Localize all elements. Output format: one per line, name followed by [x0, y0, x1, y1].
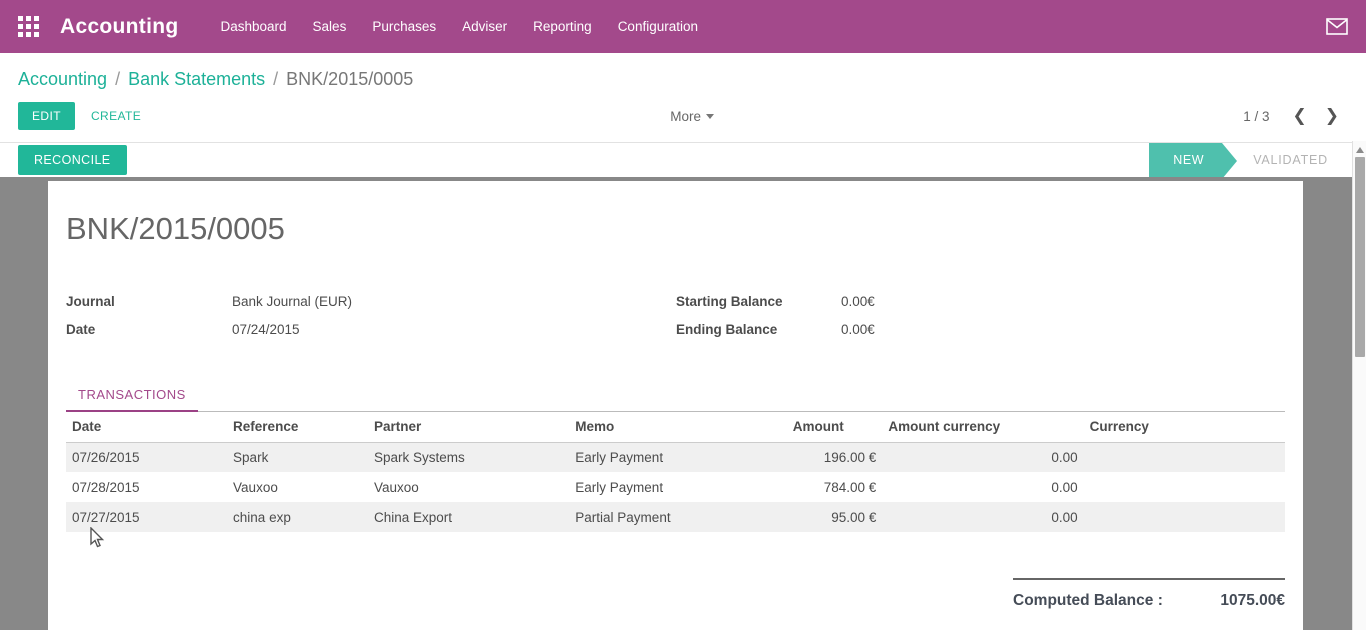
- pager-count: 1 / 3: [1243, 109, 1269, 124]
- table-row[interactable]: 07/26/2015 Spark Spark Systems Early Pay…: [66, 442, 1285, 472]
- table-row[interactable]: 07/27/2015 china exp China Export Partia…: [66, 502, 1285, 532]
- messages-envelope-icon[interactable]: [1326, 18, 1348, 35]
- reconcile-button[interactable]: RECONCILE: [18, 145, 127, 175]
- journal-label: Journal: [66, 293, 232, 311]
- starting-balance-value[interactable]: 0.00€: [841, 293, 875, 311]
- breadcrumb-bank-statements[interactable]: Bank Statements: [128, 69, 265, 89]
- cell-amount[interactable]: 784.00 €: [787, 472, 883, 502]
- ending-balance-value[interactable]: 0.00€: [841, 321, 875, 339]
- cell-amount[interactable]: 196.00 €: [787, 442, 883, 472]
- control-row: EDIT CREATE More 1 / 3 ❮ ❯: [0, 96, 1366, 142]
- menu-item-configuration[interactable]: Configuration: [618, 19, 698, 34]
- table-row[interactable]: 07/28/2015 Vauxoo Vauxoo Early Payment 7…: [66, 472, 1285, 502]
- breadcrumb-separator: /: [273, 69, 278, 89]
- menu-item-reporting[interactable]: Reporting: [533, 19, 592, 34]
- status-bar: RECONCILE NEW VALIDATED: [0, 142, 1352, 178]
- create-button[interactable]: CREATE: [91, 109, 141, 123]
- statusbar-states: NEW VALIDATED: [1149, 143, 1342, 177]
- record-title: BNK/2015/0005: [66, 181, 1285, 247]
- column-header-currency[interactable]: Currency: [1084, 412, 1285, 442]
- top-menu: Dashboard Sales Purchases Adviser Report…: [221, 19, 699, 34]
- app-title[interactable]: Accounting: [60, 15, 179, 39]
- top-navbar: Accounting Dashboard Sales Purchases Adv…: [0, 0, 1366, 53]
- pager-previous-button[interactable]: ❮: [1284, 108, 1316, 125]
- cell-currency[interactable]: [1084, 502, 1285, 532]
- cell-reference[interactable]: Spark: [227, 442, 368, 472]
- cell-partner[interactable]: Spark Systems: [368, 442, 569, 472]
- cell-reference[interactable]: china exp: [227, 502, 368, 532]
- cell-date[interactable]: 07/28/2015: [66, 472, 227, 502]
- cell-currency[interactable]: [1084, 472, 1285, 502]
- cell-amount-currency[interactable]: 0.00: [882, 502, 1083, 532]
- pager: 1 / 3 ❮ ❯: [1243, 108, 1348, 125]
- apps-grid-icon[interactable]: [18, 16, 40, 38]
- cell-reference[interactable]: Vauxoo: [227, 472, 368, 502]
- transactions-table: Date Reference Partner Memo Amount Amoun…: [66, 412, 1285, 532]
- cell-date[interactable]: 07/27/2015: [66, 502, 227, 532]
- breadcrumb-accounting[interactable]: Accounting: [18, 69, 107, 89]
- field-group: Journal Bank Journal (EUR) Date 07/24/20…: [66, 293, 1285, 339]
- cell-memo[interactable]: Partial Payment: [569, 502, 786, 532]
- column-header-partner[interactable]: Partner: [368, 412, 569, 442]
- scrollbar-thumb[interactable]: [1355, 157, 1365, 357]
- cell-memo[interactable]: Early Payment: [569, 472, 786, 502]
- breadcrumb-separator: /: [115, 69, 120, 89]
- column-header-memo[interactable]: Memo: [569, 412, 786, 442]
- cell-partner[interactable]: Vauxoo: [368, 472, 569, 502]
- pager-next-button[interactable]: ❯: [1316, 108, 1348, 125]
- menu-item-purchases[interactable]: Purchases: [372, 19, 436, 34]
- computed-balance-value: 1075.00€: [1220, 592, 1285, 610]
- edit-button[interactable]: EDIT: [18, 102, 75, 130]
- cell-amount-currency[interactable]: 0.00: [882, 442, 1083, 472]
- menu-item-adviser[interactable]: Adviser: [462, 19, 507, 34]
- cell-partner[interactable]: China Export: [368, 502, 569, 532]
- vertical-scrollbar[interactable]: [1352, 141, 1366, 630]
- date-label: Date: [66, 321, 232, 339]
- starting-balance-label: Starting Balance: [676, 293, 841, 311]
- menu-item-sales[interactable]: Sales: [313, 19, 347, 34]
- column-header-amount-currency[interactable]: Amount currency: [882, 412, 1083, 442]
- cell-amount-currency[interactable]: 0.00: [882, 472, 1083, 502]
- form-sheet: BNK/2015/0005 Journal Bank Journal (EUR)…: [48, 181, 1303, 630]
- breadcrumb: Accounting / Bank Statements / BNK/2015/0005: [0, 53, 1366, 96]
- notebook: TRANSACTIONS Date Reference Partner Memo…: [66, 385, 1285, 532]
- state-arrow-icon: [1222, 143, 1237, 179]
- cell-amount[interactable]: 95.00 €: [787, 502, 883, 532]
- column-header-amount[interactable]: Amount: [787, 412, 883, 442]
- journal-value[interactable]: Bank Journal (EUR): [232, 293, 352, 311]
- computed-balance-label: Computed Balance :: [1013, 592, 1163, 610]
- date-value[interactable]: 07/24/2015: [232, 321, 300, 339]
- ending-balance-label: Ending Balance: [676, 321, 841, 339]
- cell-currency[interactable]: [1084, 442, 1285, 472]
- state-new[interactable]: NEW: [1149, 143, 1222, 177]
- main-content-area: BNK/2015/0005 Journal Bank Journal (EUR)…: [0, 177, 1352, 630]
- menu-item-dashboard[interactable]: Dashboard: [221, 19, 287, 34]
- caret-down-icon: [706, 114, 714, 119]
- breadcrumb-current: BNK/2015/0005: [286, 69, 413, 89]
- column-header-reference[interactable]: Reference: [227, 412, 368, 442]
- tab-transactions[interactable]: TRANSACTIONS: [66, 387, 198, 412]
- cell-memo[interactable]: Early Payment: [569, 442, 786, 472]
- scroll-up-arrow-icon[interactable]: [1356, 147, 1364, 153]
- table-header-row: Date Reference Partner Memo Amount Amoun…: [66, 412, 1285, 442]
- state-validated[interactable]: VALIDATED: [1237, 143, 1342, 177]
- computed-balance: Computed Balance : 1075.00€: [66, 578, 1285, 610]
- column-header-date[interactable]: Date: [66, 412, 227, 442]
- cell-date[interactable]: 07/26/2015: [66, 442, 227, 472]
- more-dropdown[interactable]: More: [670, 109, 714, 124]
